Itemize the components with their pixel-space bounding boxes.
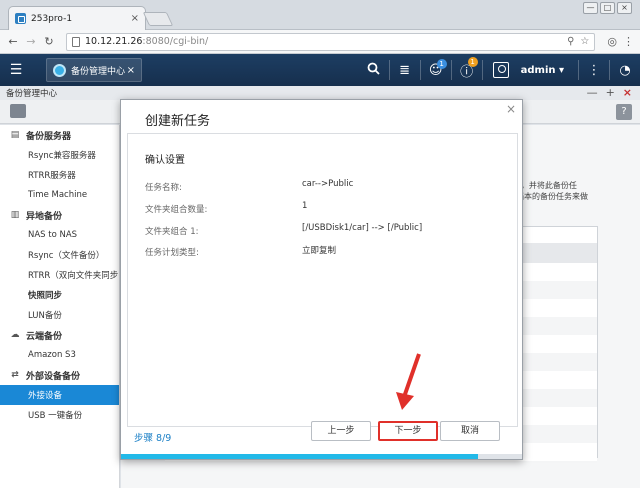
wizard-progress-fill (121, 454, 478, 459)
sidebar-group-external-backup[interactable]: ⇄ 外部设备备份 (0, 365, 119, 385)
user-avatar-icon[interactable] (492, 62, 509, 78)
dialog-close-icon[interactable]: × (506, 102, 516, 116)
task-stack-icon[interactable]: ≣ (390, 63, 420, 78)
notification-icon[interactable]: ☺ 1 (421, 58, 451, 78)
prev-step-button[interactable]: 上一步 (311, 421, 371, 441)
app-maximize-icon[interactable]: + (606, 86, 615, 100)
wizard-progress-bar (121, 454, 522, 459)
window-restore-button[interactable]: □ (600, 2, 615, 14)
sidebar-item-time-machine[interactable]: Time Machine (0, 185, 119, 205)
pin-icon[interactable]: ⚲ (567, 36, 574, 47)
field-value-folder-pair: [/USBDisk1/car] --> [/Public] (302, 223, 423, 233)
sidebar-group-remote-backup[interactable]: ▥ 异地备份 (0, 205, 119, 225)
backup-app-icon (53, 63, 66, 77)
cloud-icon: ☁ (10, 330, 20, 340)
sidebar: ▤ 备份服务器 Rsync兼容服务器 RTRR服务器 Time Machine ▥… (0, 125, 120, 488)
browser-tab[interactable]: 253pro-1 × (8, 6, 146, 30)
url-path: :8080/cgi-bin/ (142, 36, 209, 47)
info-badge: 1 (467, 56, 478, 67)
search-icon[interactable] (359, 62, 389, 79)
app-minimize-icon[interactable]: — (587, 86, 598, 100)
window-close-button[interactable]: × (617, 2, 632, 14)
app-close-icon[interactable]: × (623, 86, 632, 100)
app-header: ☰ 备份管理中心 × ≣ ☺ 1 ⓘ 1 admin ▾ ⋮ ◔ (0, 54, 640, 86)
sidebar-item-rsync-server[interactable]: Rsync兼容服务器 (0, 145, 119, 165)
sidebar-item-rsync-file-backup[interactable]: Rsync（文件备份） (0, 245, 119, 265)
sidebar-item-rtrr-sync[interactable]: RTRR（双向文件夹同步 (0, 265, 119, 285)
sidebar-item-external-device[interactable]: 外接设备 (0, 385, 119, 405)
help-button[interactable]: ? (616, 104, 632, 120)
sidebar-item-amazon-s3[interactable]: Amazon S3 (0, 345, 119, 365)
field-label-folder-pair: 文件夹组合 1: (145, 227, 199, 237)
close-tab-icon[interactable]: × (131, 13, 139, 24)
field-value-task-name: car-->Public (302, 179, 354, 189)
close-app-tab-icon[interactable]: × (127, 65, 135, 76)
sync-icon: ⇄ (11, 370, 19, 380)
forward-icon[interactable]: → (24, 35, 38, 48)
browser-menu-icon[interactable]: ⋮ (623, 35, 634, 48)
field-value-schedule-type: 立即复制 (302, 246, 337, 256)
dialog-title: 创建新任务 (145, 114, 211, 129)
window-controls: — □ × (583, 2, 632, 14)
username-menu[interactable]: admin ▾ (521, 65, 564, 76)
field-value-folder-count: 1 (302, 201, 308, 211)
notification-badge: 1 (436, 58, 447, 69)
address-toolbar: ← → ↻ 10.12.21.26 :8080/cgi-bin/ ⚲ ☆ ◎ ⋮ (0, 30, 640, 54)
browser-tabstrip: 253pro-1 × — □ × (0, 0, 640, 30)
sidebar-item-rtrr-server[interactable]: RTRR服务器 (0, 165, 119, 185)
info-icon[interactable]: ⓘ 1 (452, 56, 482, 80)
server-icon: ▤ (10, 130, 20, 140)
create-task-dialog: 创建新任务 × 确认设置 任务名称: car-->Public 文件夹组合数量:… (120, 99, 523, 460)
window-minimize-button[interactable]: — (583, 2, 598, 14)
new-tab-button[interactable] (142, 12, 174, 26)
bookmark-star-icon[interactable]: ☆ (580, 36, 589, 47)
page-icon (72, 36, 80, 47)
window-title: 备份管理中心 (6, 89, 58, 99)
remote-backup-icon: ▥ (10, 210, 20, 220)
app-window-controls: — + × (587, 86, 632, 100)
sidebar-group-cloud-backup[interactable]: ☁ 云端备份 (0, 325, 119, 345)
background-description: e，并将此备份任 档本的备份任务来做 (516, 181, 588, 201)
sidebar-item-snapshot-sync[interactable]: 快照同步 (0, 285, 119, 305)
header-actions: ≣ ☺ 1 ⓘ 1 admin ▾ ⋮ ◔ (359, 54, 640, 86)
url-host: 10.12.21.26 (85, 36, 143, 47)
back-icon[interactable]: ← (6, 35, 20, 48)
step-indicator: 步骤 8/9 (134, 433, 172, 444)
annotation-arrow-icon (396, 353, 421, 410)
browser-tab-title: 253pro-1 (31, 13, 73, 24)
url-input[interactable]: 10.12.21.26 :8080/cgi-bin/ ⚲ ☆ (66, 32, 596, 51)
qnap-favicon-icon (15, 13, 26, 24)
more-options-icon[interactable]: ⋮ (579, 63, 609, 78)
cancel-button[interactable]: 取消 (440, 421, 500, 441)
app-tab-backup-manager[interactable]: 备份管理中心 × (46, 58, 142, 82)
window-titlebar: 备份管理中心 — + × (0, 86, 640, 100)
reload-icon[interactable]: ↻ (42, 35, 56, 48)
section-title: 确认设置 (145, 155, 185, 166)
extension-icon[interactable]: ◎ (607, 35, 617, 48)
field-label-folder-count: 文件夹组合数量: (145, 205, 208, 215)
sidebar-group-backup-server[interactable]: ▤ 备份服务器 (0, 125, 119, 145)
field-label-schedule-type: 任务计划类型: (145, 248, 199, 258)
sidebar-item-nas-to-nas[interactable]: NAS to NAS (0, 225, 119, 245)
main-menu-icon[interactable]: ☰ (0, 62, 32, 78)
sidebar-item-lun-backup[interactable]: LUN备份 (0, 305, 119, 325)
app-tab-label: 备份管理中心 (71, 66, 126, 77)
next-step-button[interactable]: 下一步 (378, 421, 438, 441)
field-label-task-name: 任务名称: (145, 183, 182, 193)
dialog-body: 确认设置 任务名称: car-->Public 文件夹组合数量: 1 文件夹组合… (127, 133, 518, 427)
sidebar-toggle-icon[interactable] (10, 104, 26, 118)
sidebar-item-usb-one-touch[interactable]: USB 一键备份 (0, 405, 119, 425)
dashboard-gauge-icon[interactable]: ◔ (610, 63, 640, 78)
